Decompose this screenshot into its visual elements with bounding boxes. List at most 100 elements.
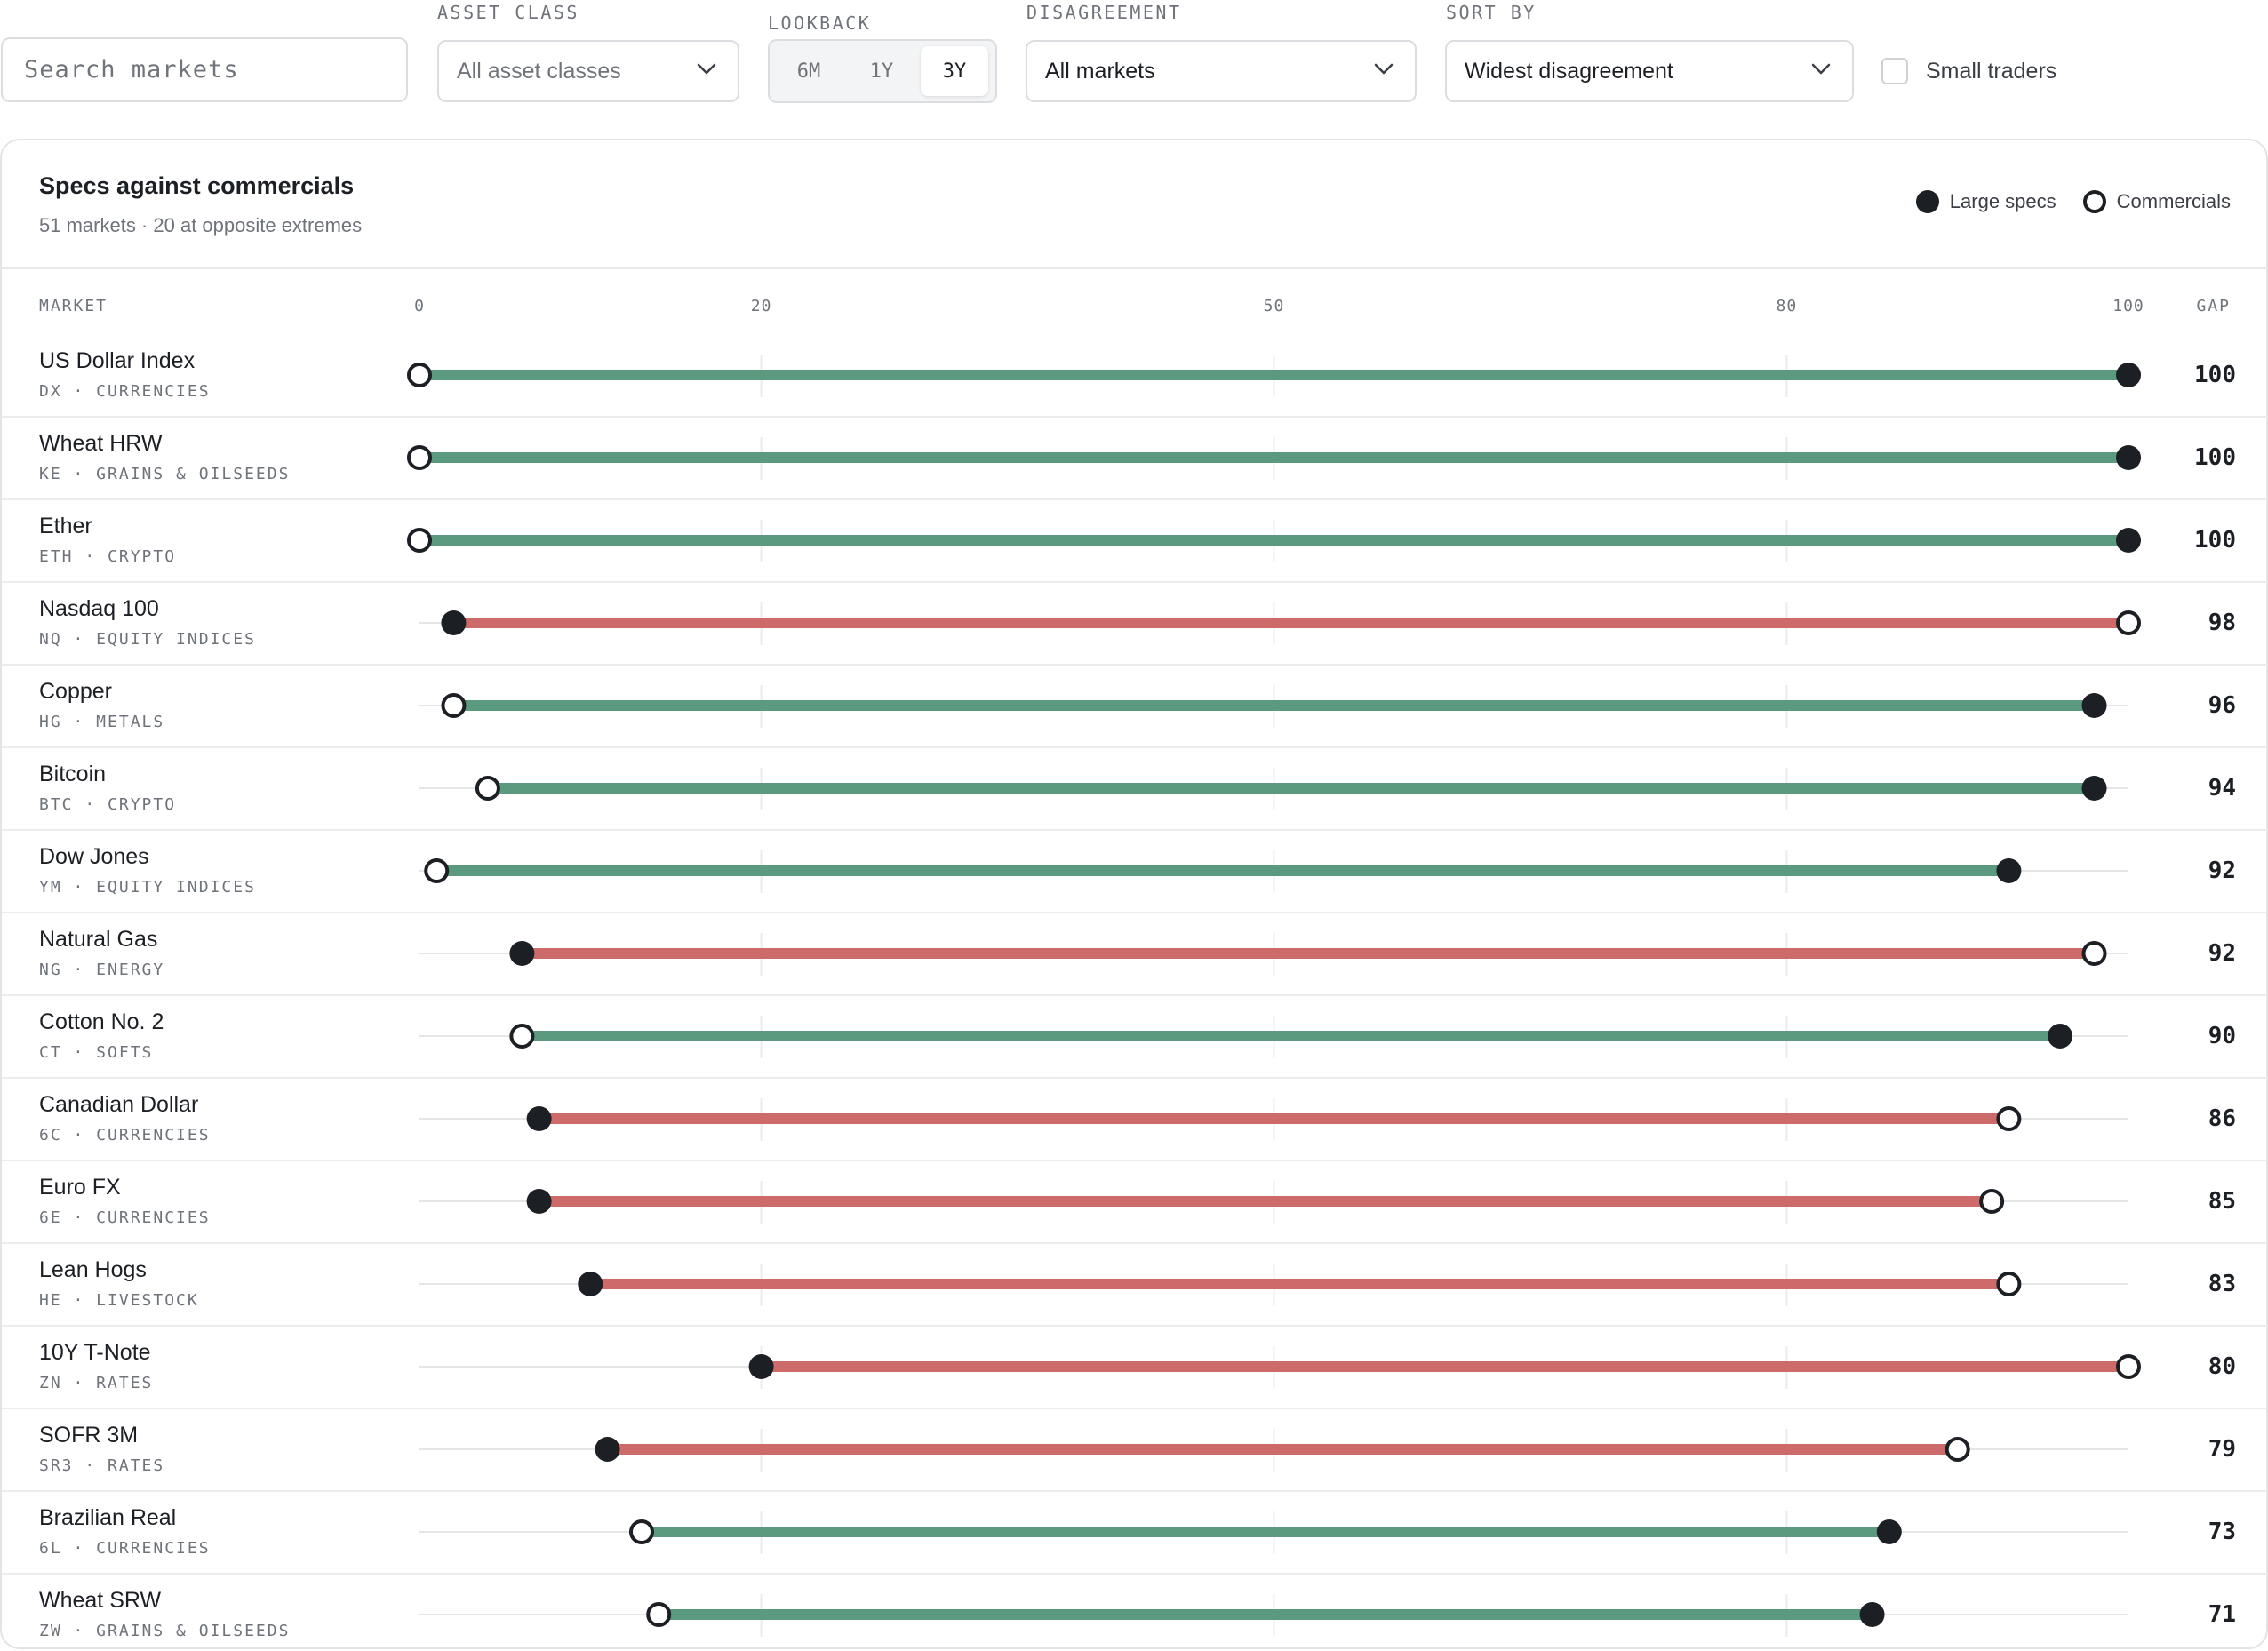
dumbbell-track	[419, 1016, 2128, 1058]
gap-value: 100	[2194, 444, 2236, 471]
large-specs-point[interactable]	[2048, 1024, 2073, 1049]
chevron-down-icon	[697, 63, 716, 75]
large-specs-point[interactable]	[441, 610, 467, 635]
gap-value: 98	[2208, 610, 2236, 636]
commercials-point[interactable]	[1996, 1272, 2022, 1296]
dumbbell-track	[407, 437, 2141, 480]
table-row[interactable]: 10Y T-Note ZN · RATES 80	[2, 1327, 2268, 1409]
gap-value: 83	[2208, 1271, 2236, 1297]
filter-bar: ASSET CLASS All asset classes LOOKBACK 6…	[0, 0, 2268, 133]
disagreement-value: All markets	[1045, 58, 1155, 84]
commercials-point[interactable]	[628, 1519, 654, 1544]
table-row[interactable]: Lean Hogs HE · LIVESTOCK 83	[2, 1244, 2268, 1327]
large-specs-point[interactable]	[2081, 776, 2107, 801]
search-input[interactable]	[1, 37, 408, 102]
large-specs-point[interactable]	[1876, 1519, 1902, 1544]
dumbbell-track	[419, 1511, 2128, 1554]
commercials-point[interactable]	[475, 776, 500, 801]
large-specs-point[interactable]	[509, 941, 535, 966]
asset-class-select[interactable]: All asset classes	[437, 40, 739, 102]
large-specs-point[interactable]	[2116, 528, 2141, 553]
asset-class-label: ASSET CLASS	[437, 2, 579, 23]
commercials-point[interactable]	[1945, 1437, 1970, 1462]
large-specs-point[interactable]	[748, 1354, 774, 1379]
asset-class-value: All asset classes	[457, 58, 621, 84]
lookback-1y-button[interactable]: 1Y	[848, 46, 915, 96]
large-specs-point[interactable]	[2081, 693, 2107, 718]
x-tick-label: 100	[2112, 297, 2144, 315]
table-row[interactable]: Brazilian Real 6L · CURRENCIES 73	[2, 1492, 2268, 1575]
commercials-point[interactable]	[646, 1602, 672, 1627]
table-row[interactable]: Wheat SRW ZW · GRAINS & OILSEEDS 71	[2, 1575, 2268, 1651]
gap-value: 94	[2208, 775, 2236, 802]
table-row[interactable]: Ether ETH · CRYPTO 100	[2, 500, 2268, 583]
commercials-point[interactable]	[407, 445, 432, 470]
gap-value: 73	[2208, 1519, 2236, 1545]
large-specs-point[interactable]	[2116, 445, 2141, 470]
table-row[interactable]: US Dollar Index DX · CURRENCIES 100	[2, 335, 2268, 418]
small-traders-checkbox[interactable]	[1881, 58, 1908, 84]
gap-value: 100	[2194, 527, 2236, 554]
dumbbell-track	[419, 768, 2128, 810]
table-row[interactable]: Bitcoin BTC · CRYPTO 94	[2, 748, 2268, 831]
dumbbell-track	[419, 933, 2128, 976]
table-row[interactable]: SOFR 3M SR3 · RATES 79	[2, 1409, 2268, 1492]
commercials-point[interactable]	[1979, 1189, 2005, 1214]
dumbbell-track	[419, 602, 2141, 645]
dumbbell-track	[419, 850, 2128, 893]
specs-vs-commercials-card: Specs against commercials 51 markets · 2…	[0, 139, 2268, 1649]
table-row[interactable]: Canadian Dollar 6C · CURRENCIES 86	[2, 1079, 2268, 1161]
x-tick-label: 80	[1776, 297, 1798, 315]
lookback-label: LOOKBACK	[768, 12, 872, 34]
commercials-point[interactable]	[1996, 1106, 2022, 1131]
commercials-point[interactable]	[2116, 610, 2141, 635]
x-tick-label: 0	[414, 297, 425, 315]
dumbbell-track	[407, 355, 2141, 397]
commercials-point[interactable]	[407, 528, 432, 553]
commercials-point[interactable]	[2081, 941, 2107, 966]
table-row[interactable]: Cotton No. 2 CT · SOFTS 90	[2, 996, 2268, 1079]
lookback-toggle: 6M 1Y 3Y	[768, 39, 997, 103]
commercials-point[interactable]	[2116, 1354, 2141, 1379]
gap-value: 79	[2208, 1436, 2236, 1463]
table-row[interactable]: Copper HG · METALS 96	[2, 666, 2268, 748]
small-traders-label[interactable]: Small traders	[1926, 59, 2056, 84]
gap-value: 86	[2208, 1105, 2236, 1132]
disagreement-select[interactable]: All markets	[1026, 40, 1417, 102]
chevron-down-icon	[1374, 63, 1394, 75]
gap-value: 92	[2208, 857, 2236, 884]
dumbbell-chart: 0 20 50 80 100 US Dollar Index DX · CURRENCIES…	[2, 140, 2268, 1651]
large-specs-point[interactable]	[1996, 858, 2022, 883]
sort-by-label: SORT BY	[1446, 2, 1537, 23]
large-specs-point[interactable]	[595, 1437, 620, 1462]
sort-by-select[interactable]: Widest disagreement	[1445, 40, 1854, 102]
dumbbell-track	[419, 1181, 2128, 1224]
table-row[interactable]: Dow Jones YM · EQUITY INDICES 92	[2, 831, 2268, 913]
sort-by-value: Widest disagreement	[1465, 58, 1673, 84]
dumbbell-track	[419, 1594, 2128, 1637]
commercials-point[interactable]	[407, 363, 432, 387]
table-row[interactable]: Natural Gas NG · ENERGY 92	[2, 913, 2268, 996]
dumbbell-track	[419, 1346, 2141, 1389]
large-specs-point[interactable]	[1859, 1602, 1885, 1627]
commercials-point[interactable]	[441, 693, 467, 718]
lookback-3y-button[interactable]: 3Y	[921, 46, 988, 96]
large-specs-point[interactable]	[526, 1106, 552, 1131]
dumbbell-track	[419, 1264, 2128, 1306]
table-row[interactable]: Wheat HRW KE · GRAINS & OILSEEDS 100	[2, 418, 2268, 500]
large-specs-point[interactable]	[2116, 363, 2141, 387]
table-row[interactable]: Euro FX 6E · CURRENCIES 85	[2, 1161, 2268, 1244]
table-row[interactable]: Nasdaq 100 NQ · EQUITY INDICES 98	[2, 583, 2268, 666]
gap-value: 80	[2208, 1353, 2236, 1380]
large-specs-point[interactable]	[578, 1272, 603, 1296]
lookback-6m-button[interactable]: 6M	[775, 46, 843, 96]
dumbbell-track	[407, 520, 2141, 562]
large-specs-point[interactable]	[526, 1189, 552, 1214]
gap-value: 71	[2208, 1601, 2236, 1628]
commercials-point[interactable]	[424, 858, 450, 883]
disagreement-label: DISAGREEMENT	[1026, 2, 1182, 23]
x-tick-label: 20	[750, 297, 772, 315]
gap-value: 96	[2208, 692, 2236, 719]
dumbbell-track	[419, 685, 2128, 728]
commercials-point[interactable]	[509, 1024, 535, 1049]
